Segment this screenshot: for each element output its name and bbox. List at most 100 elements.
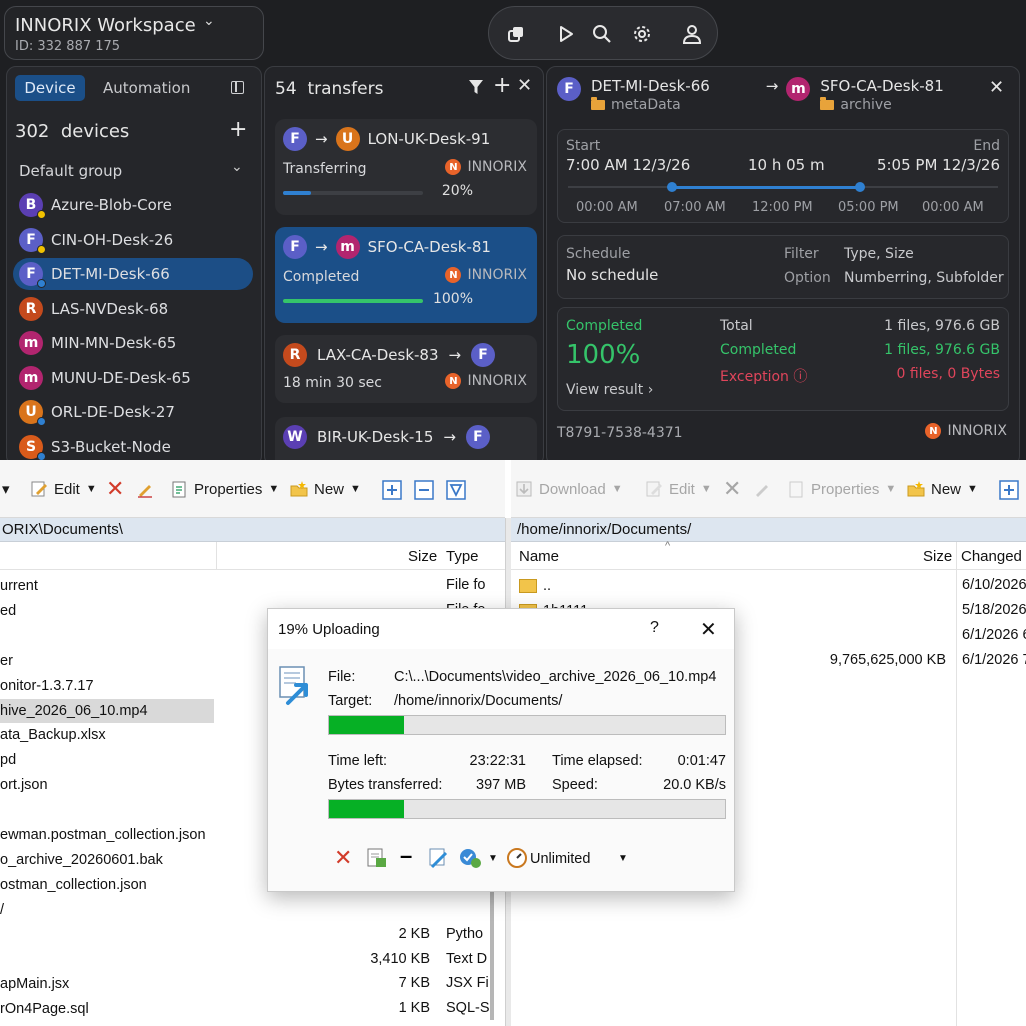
- help-button[interactable]: ?: [650, 619, 659, 637]
- source-device-name: DET-MI-Desk-66: [591, 77, 710, 95]
- target-device-name: SFO-CA-Desk-81: [820, 77, 944, 95]
- scrollbar[interactable]: [490, 890, 494, 1020]
- transfer-card[interactable]: F → m SFO-CA-Desk-81 Completed N INNORIX 100%: [275, 227, 537, 323]
- on-finish-icon[interactable]: [458, 847, 484, 877]
- search-icon[interactable]: [589, 21, 615, 47]
- device-item[interactable]: S S3-Bucket-Node: [13, 431, 253, 460]
- chevron-down-icon[interactable]: ▼: [488, 853, 498, 864]
- chevron-down-icon: ▼: [700, 483, 712, 495]
- file-row[interactable]: [0, 923, 216, 947]
- device-item[interactable]: m MUNU-DE-Desk-65: [13, 362, 253, 394]
- properties-button[interactable]: Properties ▼: [787, 480, 896, 498]
- right-path-bar[interactable]: /home/innorix/Documents/: [511, 518, 1026, 542]
- cancel-transfer-icon[interactable]: ✕: [334, 845, 352, 871]
- delete-icon[interactable]: ✕: [106, 476, 124, 502]
- file-row[interactable]: o_archive_20260601.bak: [0, 848, 216, 872]
- file-row[interactable]: ort.json: [0, 773, 216, 797]
- timeline-start-handle[interactable]: [667, 182, 677, 192]
- file-row[interactable]: hive_2026_06_10.mp4: [0, 698, 214, 723]
- file-row[interactable]: onitor-1.3.7.17: [0, 674, 216, 698]
- new-button[interactable]: New ▼: [907, 480, 978, 498]
- file-row[interactable]: urrent: [0, 574, 216, 598]
- transfer-card[interactable]: R LAX-CA-Desk-83 → F 18 min 30 sec N INNORIX: [275, 335, 537, 403]
- file-changed: 6/1/2026 6: [962, 627, 1026, 643]
- file-row[interactable]: ..: [511, 574, 1026, 598]
- file-row[interactable]: pd: [0, 748, 216, 772]
- play-icon[interactable]: [553, 21, 579, 47]
- column-type[interactable]: Type: [446, 548, 479, 565]
- file-row[interactable]: er: [0, 649, 216, 673]
- close-icon[interactable]: ✕: [517, 75, 532, 96]
- chevron-down-icon: ▼: [885, 483, 897, 495]
- speed-limit-icon[interactable]: [506, 847, 528, 875]
- add-device-icon[interactable]: +: [229, 117, 247, 142]
- transfer-card[interactable]: W BIR-UK-Desk-15 → F: [275, 417, 537, 460]
- speed-limit-value[interactable]: Unlimited: [530, 851, 590, 867]
- file-row[interactable]: ewman.postman_collection.json: [0, 823, 216, 847]
- properties-button[interactable]: Properties ▼: [170, 480, 279, 498]
- speed-label: Speed:: [552, 777, 598, 793]
- time-left-value: 23:22:31: [469, 753, 526, 769]
- timeline-end-handle[interactable]: [855, 182, 865, 192]
- column-size[interactable]: Size: [923, 548, 952, 565]
- device-group-name[interactable]: Default group: [19, 162, 122, 180]
- collapse-icon[interactable]: [414, 480, 434, 500]
- minimize-icon[interactable]: –: [400, 843, 412, 869]
- user-icon[interactable]: [679, 21, 705, 47]
- left-path-bar[interactable]: ORIX\Documents\: [0, 518, 505, 542]
- chevron-down-icon[interactable]: ⌄: [231, 159, 243, 175]
- sidebar-toggle-icon[interactable]: [231, 81, 244, 94]
- file-row[interactable]: ostman_collection.json: [0, 873, 216, 897]
- delete-icon[interactable]: ✕: [723, 476, 741, 502]
- column-size[interactable]: Size: [408, 548, 437, 565]
- file-row[interactable]: [0, 948, 216, 972]
- add-transfer-icon[interactable]: +: [493, 73, 511, 98]
- file-row[interactable]: [0, 624, 216, 648]
- device-item[interactable]: m MIN-MN-Desk-65: [13, 327, 253, 359]
- device-item[interactable]: B Azure-Blob-Core: [13, 189, 253, 221]
- rename-icon[interactable]: [136, 480, 160, 498]
- tab-automation[interactable]: Automation: [103, 79, 190, 97]
- dropdown-arrow-icon[interactable]: ▾: [2, 480, 10, 498]
- expand-icon[interactable]: [382, 480, 402, 500]
- exception-label-text: Exception: [720, 369, 789, 385]
- device-item[interactable]: F CIN-OH-Desk-26: [13, 224, 253, 256]
- timeline-tick: 12:00 PM: [752, 200, 813, 215]
- device-item[interactable]: U ORL-DE-Desk-27: [13, 396, 253, 428]
- column-name[interactable]: Name: [519, 548, 559, 565]
- file-row[interactable]: rOn4Page.sql: [0, 997, 216, 1021]
- transfer-card[interactable]: F → U LON-UK-Desk-91 Transferring N INNORIX 20%: [275, 119, 537, 215]
- download-button[interactable]: Download ▼: [515, 480, 623, 498]
- edit-button[interactable]: Edit ▼: [645, 480, 712, 498]
- gear-icon[interactable]: [629, 21, 655, 47]
- file-row[interactable]: [0, 798, 216, 822]
- workspace-title: INNORIX Workspace: [15, 15, 196, 36]
- view-result-link[interactable]: View result ›: [566, 382, 653, 398]
- workspace-selector[interactable]: INNORIX Workspace ⌄ ID: 332 887 175: [4, 6, 264, 60]
- workspace-id: ID: 332 887 175: [15, 39, 121, 54]
- chevron-down-icon[interactable]: ▼: [618, 853, 628, 864]
- filter-icon[interactable]: [469, 77, 483, 100]
- transfer-in-background-icon[interactable]: [366, 847, 388, 875]
- device-item[interactable]: F DET-MI-Desk-66: [13, 258, 253, 290]
- column-changed[interactable]: Changed: [961, 548, 1022, 565]
- file-row[interactable]: ed: [0, 599, 216, 623]
- rename-icon[interactable]: [753, 480, 777, 498]
- close-icon[interactable]: ✕: [989, 77, 1004, 98]
- tab-device[interactable]: Device: [15, 75, 85, 101]
- filter-mask-icon[interactable]: [446, 480, 466, 500]
- arrow-right-icon: →: [765, 77, 779, 95]
- file-row[interactable]: [0, 1022, 216, 1026]
- new-button[interactable]: New ▼: [290, 480, 361, 498]
- file-row[interactable]: /: [0, 898, 216, 922]
- close-button[interactable]: ✕: [700, 617, 717, 642]
- expand-icon[interactable]: [999, 480, 1019, 500]
- file-row[interactable]: apMain.jsx: [0, 972, 216, 996]
- device-item[interactable]: R LAS-NVDesk-68: [13, 293, 253, 325]
- schedule-card: Schedule No schedule Filter Type, Size O…: [557, 235, 1009, 299]
- brand-badge: N INNORIX: [925, 423, 1007, 439]
- file-row[interactable]: ata_Backup.xlsx: [0, 723, 216, 747]
- copy-icon[interactable]: [503, 21, 529, 47]
- queue-icon[interactable]: [428, 847, 452, 875]
- edit-button[interactable]: Edit ▼: [30, 480, 97, 498]
